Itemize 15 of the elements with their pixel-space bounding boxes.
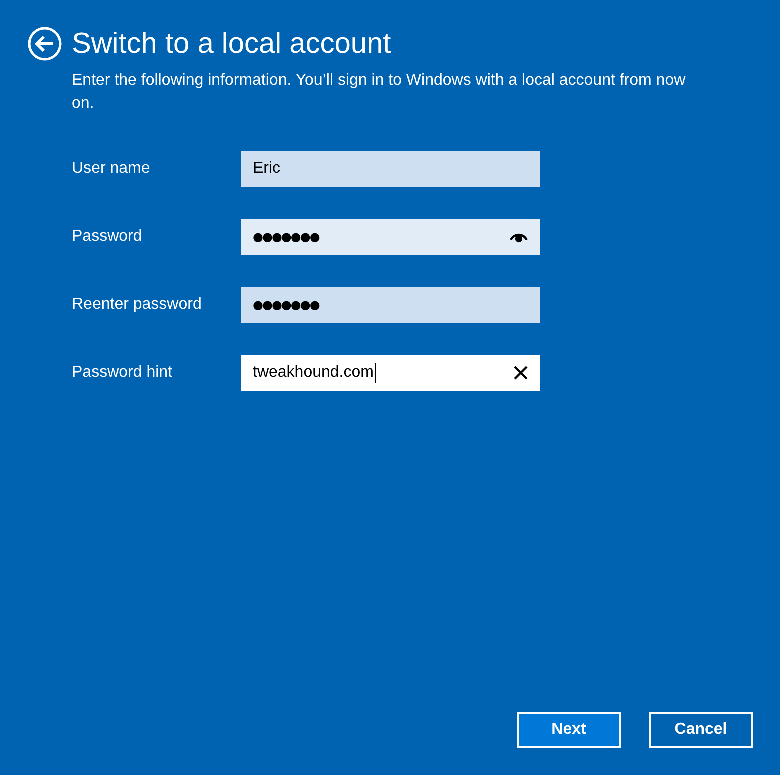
description-text: Enter the following information. You’ll sign in to Windows with a local account from now on.: [72, 71, 687, 114]
password-field[interactable]: ●●●●●●●: [241, 287, 540, 323]
page-title: Switch to a local account: [72, 27, 392, 61]
password-field[interactable]: ●●●●●●●: [241, 219, 540, 255]
input-field[interactable]: Eric: [241, 151, 540, 187]
input-field[interactable]: tweakhound.com: [241, 355, 540, 391]
close-icon[interactable]: [513, 365, 529, 381]
action-button[interactable]: Cancel: [649, 712, 753, 748]
field-label: User name: [72, 160, 152, 178]
back-icon[interactable]: [27, 26, 63, 62]
field-label: Password: [72, 228, 144, 246]
field-label: Password hint: [72, 364, 174, 382]
action-button[interactable]: Next: [517, 712, 621, 748]
eye-icon[interactable]: [509, 231, 529, 243]
field-label: Reenter password: [72, 296, 203, 314]
